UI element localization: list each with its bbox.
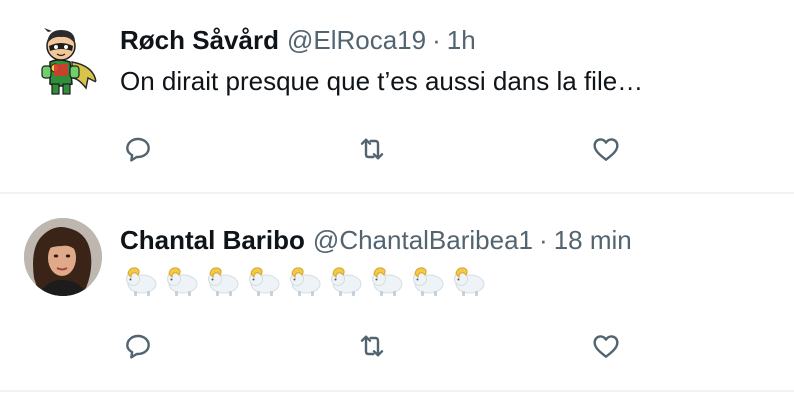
ram-emoji bbox=[126, 267, 157, 296]
like-button[interactable] bbox=[588, 131, 624, 167]
ram-emoji bbox=[290, 267, 321, 296]
tweet[interactable]: Chantal Baribo @ChantalBaribea1 · 18 min bbox=[0, 194, 794, 390]
timestamp[interactable]: 1h bbox=[447, 25, 476, 56]
retweet-button[interactable] bbox=[354, 131, 390, 167]
retweet-button[interactable] bbox=[354, 328, 390, 364]
tweet-feed: Røch Såvård @ElRoca19 · 1h On dirait pre… bbox=[0, 0, 794, 412]
like-icon bbox=[593, 138, 619, 161]
author-handle[interactable]: @ChantalBaribea1 bbox=[313, 225, 533, 256]
avatar[interactable] bbox=[24, 218, 102, 296]
tweet-text: On dirait presque que t’es aussi dans la… bbox=[120, 66, 644, 96]
ram-emoji bbox=[249, 267, 280, 296]
ram-emoji bbox=[167, 267, 198, 296]
avatar[interactable] bbox=[24, 22, 102, 100]
tweet[interactable]: Røch Såvård @ElRoca19 · 1h On dirait pre… bbox=[0, 0, 794, 192]
author-handle[interactable]: @ElRoca19 bbox=[287, 25, 426, 56]
tweet-header: Chantal Baribo @ChantalBaribea1 · 18 min bbox=[120, 220, 632, 260]
reply-button[interactable] bbox=[120, 328, 156, 364]
separator-dot: · bbox=[432, 24, 441, 55]
profile-photo-icon bbox=[24, 218, 102, 296]
tweet-emoji-content bbox=[120, 262, 488, 298]
author-name[interactable]: Røch Såvård bbox=[120, 25, 279, 56]
separator-dot: · bbox=[539, 224, 548, 255]
ram-emoji bbox=[331, 267, 362, 296]
tweet-divider bbox=[0, 390, 794, 392]
retweet-icon bbox=[360, 138, 384, 160]
author-name[interactable]: Chantal Baribo bbox=[120, 225, 305, 256]
ram-emoji bbox=[413, 267, 444, 296]
ram-emoji bbox=[372, 267, 403, 296]
tweet-header: Røch Såvård @ElRoca19 · 1h bbox=[120, 20, 476, 60]
like-icon bbox=[593, 335, 619, 358]
like-button[interactable] bbox=[588, 328, 624, 364]
ram-emoji bbox=[454, 267, 485, 296]
ram-emoji bbox=[208, 267, 239, 296]
retweet-icon bbox=[360, 335, 384, 357]
reply-icon bbox=[126, 137, 150, 162]
timestamp[interactable]: 18 min bbox=[554, 225, 632, 256]
robin-avatar-icon bbox=[41, 28, 97, 95]
reply-icon bbox=[126, 334, 150, 359]
reply-button[interactable] bbox=[120, 131, 156, 167]
